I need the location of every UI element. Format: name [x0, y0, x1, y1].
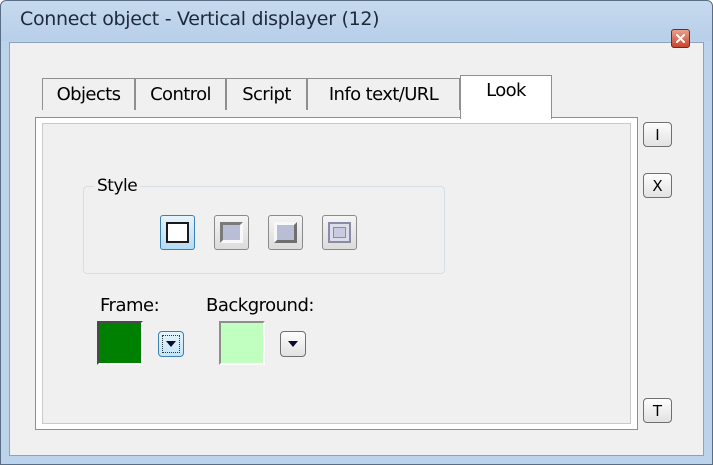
- raised-style-icon: [274, 222, 297, 243]
- close-icon: [676, 34, 685, 43]
- sunken-style-icon: [220, 222, 243, 243]
- tab-label: Info text/URL: [328, 84, 439, 105]
- insert-button[interactable]: I: [643, 122, 672, 147]
- tab-info-text-url[interactable]: Info text/URL: [307, 78, 460, 110]
- style-sunken-button[interactable]: [214, 215, 249, 250]
- style-groupbox: Style: [83, 176, 445, 274]
- title-bar[interactable]: Connect object - Vertical displayer (12): [1, 1, 712, 41]
- style-etched-button[interactable]: [322, 215, 357, 250]
- frame-color-swatch[interactable]: [97, 321, 143, 365]
- flat-style-icon: [166, 222, 189, 243]
- style-flat-button[interactable]: [160, 215, 195, 250]
- background-color-swatch[interactable]: [219, 321, 265, 365]
- delete-button-label: X: [652, 176, 663, 195]
- chevron-down-icon: [166, 341, 176, 347]
- style-group-label: Style: [94, 176, 141, 196]
- tab-control[interactable]: Control: [135, 78, 226, 110]
- tab-script[interactable]: Script: [226, 78, 307, 110]
- frame-label: Frame:: [100, 295, 160, 316]
- window-title: Connect object - Vertical displayer (12): [20, 8, 380, 30]
- test-button-label: T: [652, 401, 663, 420]
- chevron-down-icon: [288, 341, 298, 347]
- etched-inner-frame: [333, 227, 346, 238]
- etched-style-icon: [328, 222, 351, 243]
- style-raised-button[interactable]: [268, 215, 303, 250]
- background-color-dropdown-button[interactable]: [280, 331, 306, 357]
- tab-label: Control: [150, 84, 211, 105]
- frame-color-dropdown-button[interactable]: [158, 331, 184, 357]
- tab-label: Look: [486, 80, 526, 101]
- delete-button[interactable]: X: [643, 173, 672, 198]
- insert-button-label: I: [655, 125, 660, 144]
- tab-label: Objects: [56, 84, 121, 105]
- background-label: Background:: [206, 295, 314, 316]
- tab-objects[interactable]: Objects: [42, 78, 135, 110]
- close-button[interactable]: [671, 29, 690, 48]
- tab-label: Script: [242, 84, 291, 105]
- test-button[interactable]: T: [643, 398, 672, 423]
- tab-look[interactable]: Look: [460, 75, 552, 119]
